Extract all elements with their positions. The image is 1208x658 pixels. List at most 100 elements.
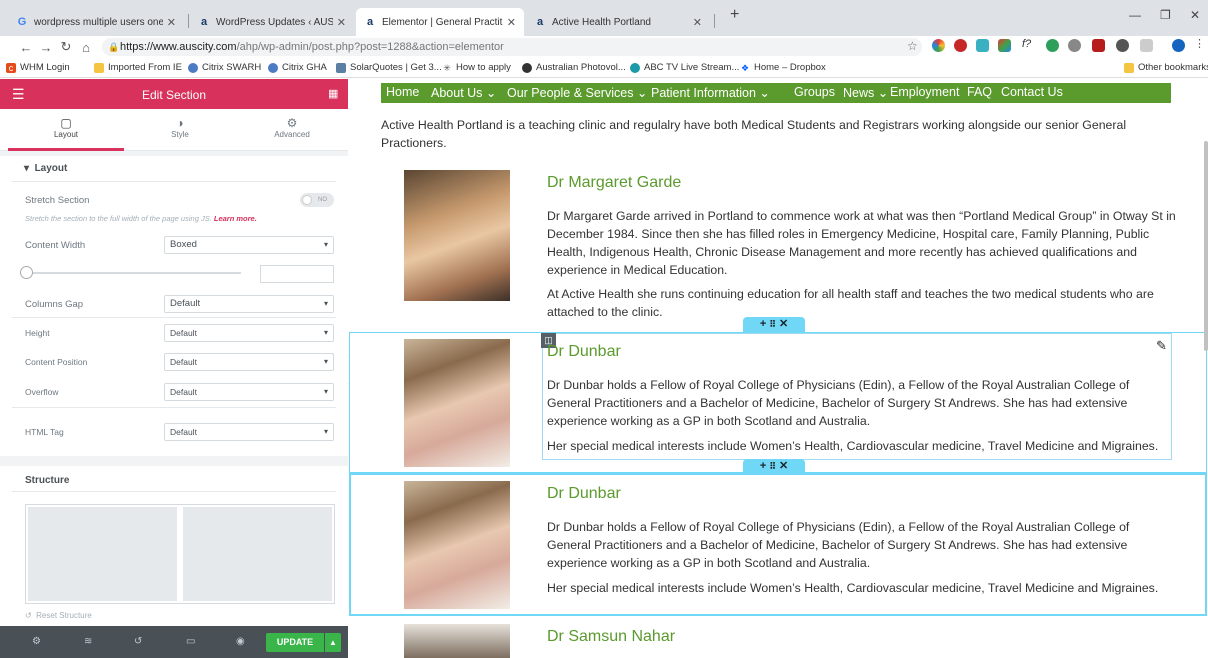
home-icon[interactable]: ⌂ — [76, 40, 96, 55]
overflow-select[interactable]: Default ▾ — [164, 383, 334, 401]
panel-title: Edit Section — [141, 88, 207, 102]
browser-tab[interactable]: G wordpress multiple users one ac ✕ — [8, 8, 184, 36]
responsive-icon[interactable]: ▭ — [186, 636, 195, 647]
height-select[interactable]: Default ▾ — [164, 324, 334, 342]
browser-tab-active[interactable]: a Elementor | General Practitioners ✕ — [356, 8, 524, 36]
reset-structure-link[interactable]: ↺ Reset Structure — [25, 611, 92, 620]
nav-item-contact[interactable]: Contact Us — [1001, 85, 1063, 99]
bookmark-item[interactable]: Citrix SWARH — [188, 62, 261, 73]
extension-icon[interactable] — [932, 39, 945, 52]
other-bookmarks-folder[interactable]: Other bookmarks — [1124, 62, 1208, 73]
doctor-photo — [404, 339, 510, 467]
gear-icon: ⚙ — [286, 116, 298, 130]
history-icon[interactable]: ↺ — [134, 636, 142, 647]
nav-item-news[interactable]: News ⌄ — [843, 85, 888, 100]
doctor-photo — [404, 170, 510, 301]
profile-icon[interactable] — [1172, 39, 1185, 52]
panel-tabs: ▢ Layout ◑ Style ⚙ Advanced — [0, 109, 348, 151]
nav-item-people[interactable]: Our People & Services ⌄ — [507, 85, 647, 100]
tab-style[interactable]: ◑ Style — [122, 109, 238, 151]
nav-item-patient-info[interactable]: Patient Information ⌄ — [651, 85, 770, 100]
restore-button[interactable]: ❐ — [1160, 8, 1171, 22]
extension-icon[interactable] — [1140, 39, 1153, 52]
slider-handle[interactable] — [20, 266, 33, 279]
browser-tab[interactable]: a Active Health Portland ✕ — [526, 8, 710, 36]
edit-pencil-icon[interactable]: ✎ — [1154, 338, 1169, 353]
browser-tab[interactable]: a WordPress Updates ‹ AUSCITY.C ✕ — [190, 8, 354, 36]
structure-column[interactable] — [28, 507, 177, 601]
auscity-icon: a — [536, 16, 544, 28]
bookmark-item[interactable]: ABC TV Live Stream... — [630, 62, 739, 73]
close-tab-icon[interactable]: ✕ — [167, 16, 176, 29]
extension-icon[interactable] — [1092, 39, 1105, 52]
layers-icon[interactable]: ≋ — [84, 636, 92, 647]
extension-icon[interactable] — [954, 39, 967, 52]
bookmark-item[interactable]: ✳ How to apply — [442, 62, 511, 73]
panel-body: ▾ Layout Stretch Section NO Stretch the … — [0, 151, 348, 626]
url-field[interactable]: 🔒 https://www.auscity.com/ahp/wp-admin/p… — [102, 38, 922, 56]
tab-layout[interactable]: ▢ Layout — [8, 109, 124, 151]
canvas-scrollbar[interactable] — [1204, 141, 1208, 351]
panel-footer: ⚙ ≋ ↺ ▭ ◉ UPDATE ▲ — [0, 626, 348, 658]
stretch-toggle[interactable]: NO — [300, 193, 334, 207]
browser-tab-strip: G wordpress multiple users one ac ✕ a Wo… — [0, 0, 1208, 36]
bookmark-item[interactable]: c WHM Login — [6, 62, 70, 73]
extension-icon[interactable] — [1116, 39, 1129, 52]
doctor-name: Dr Dunbar — [547, 343, 621, 360]
stretch-label: Stretch Section — [25, 195, 90, 206]
bookmark-item[interactable]: ❖ Home – Dropbox — [740, 62, 826, 73]
star-icon[interactable]: ☆ — [907, 39, 918, 53]
width-input[interactable] — [260, 265, 334, 283]
grid-icon[interactable]: ▦ — [328, 87, 338, 100]
nav-item-about[interactable]: About Us ⌄ — [431, 85, 496, 100]
bookmark-item[interactable]: Australian Photovol... — [522, 62, 626, 73]
extension-icon[interactable] — [998, 39, 1011, 52]
columns-gap-select[interactable]: Default ▾ — [164, 295, 334, 313]
section-handle[interactable]: + ⠿ ✕ — [743, 459, 805, 474]
structure-heading[interactable]: Structure — [25, 475, 69, 486]
layout-heading[interactable]: ▾ Layout — [24, 163, 67, 174]
intro-paragraph: Active Health Portland is a teaching cli… — [381, 118, 1127, 150]
lock-icon: 🔒 — [108, 42, 120, 52]
doctor-bio: Her special medical interests include Wo… — [547, 581, 1159, 595]
site-navigation: Home About Us ⌄ Our People & Services ⌄ … — [381, 83, 1171, 103]
preview-eye-icon[interactable]: ◉ — [236, 636, 245, 647]
columns-gap-label: Columns Gap — [25, 299, 84, 310]
bookmark-folder[interactable]: Imported From IE — [94, 62, 182, 73]
settings-icon[interactable]: ⚙ — [32, 636, 41, 647]
close-tab-icon[interactable]: ✕ — [337, 16, 346, 29]
auscity-icon: a — [366, 16, 374, 28]
nav-item-faq[interactable]: FAQ — [967, 85, 992, 99]
nav-item-groups[interactable]: Groups — [794, 85, 835, 99]
minimize-button[interactable]: — — [1129, 8, 1141, 22]
delete-section-icon: ✕ — [778, 318, 789, 330]
update-button[interactable]: UPDATE — [266, 633, 324, 652]
close-window-button[interactable]: ✕ — [1190, 8, 1200, 22]
section-handle-top[interactable]: + ⠿ ✕ — [743, 317, 805, 332]
html-tag-select[interactable]: Default ▾ — [164, 423, 334, 441]
tab-advanced[interactable]: ⚙ Advanced — [234, 109, 350, 151]
back-icon[interactable]: ← — [16, 40, 36, 55]
font-extension-icon[interactable]: f? — [1022, 38, 1035, 51]
update-options-button[interactable]: ▲ — [325, 633, 341, 652]
learn-more-link[interactable]: Learn more. — [214, 214, 257, 223]
structure-column[interactable] — [183, 507, 332, 601]
preview-canvas: Home About Us ⌄ Our People & Services ⌄ … — [349, 79, 1208, 658]
width-slider[interactable] — [25, 272, 241, 274]
reload-icon[interactable]: ↻ — [56, 39, 76, 55]
content-width-select[interactable]: Boxed ▾ — [164, 236, 334, 254]
add-section-icon: + — [759, 318, 767, 330]
bookmark-item[interactable]: SolarQuotes | Get 3... — [336, 62, 442, 73]
content-position-select[interactable]: Default ▾ — [164, 353, 334, 371]
extension-icon[interactable] — [976, 39, 989, 52]
close-tab-icon[interactable]: ✕ — [693, 16, 702, 29]
close-tab-icon[interactable]: ✕ — [507, 16, 516, 29]
new-tab-button[interactable]: + — [730, 6, 739, 24]
nav-item-employment[interactable]: Employment — [890, 85, 959, 99]
bookmark-item[interactable]: Citrix GHA — [268, 62, 327, 73]
menu-icon[interactable]: ⋮ — [1194, 37, 1207, 50]
extension-icon[interactable] — [1068, 39, 1081, 52]
extension-icon[interactable] — [1046, 39, 1059, 52]
nav-item-home[interactable]: Home — [386, 85, 419, 99]
forward-icon[interactable]: → — [36, 40, 56, 55]
